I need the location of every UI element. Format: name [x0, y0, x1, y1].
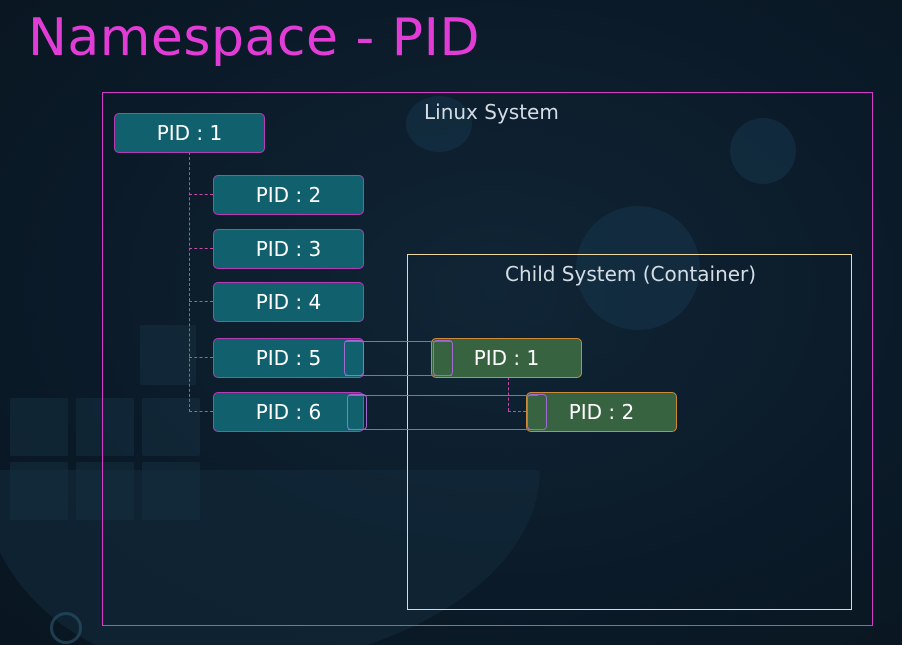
pid-mapping-line [348, 395, 538, 396]
host-pid-2: PID : 2 [213, 175, 364, 215]
container-box [407, 254, 852, 610]
slide: Namespace - PID Linux System Child Syste… [0, 0, 902, 645]
pid-mapping-cap [347, 394, 367, 430]
linux-system-label: Linux System [424, 100, 559, 124]
tree-connector-branch [189, 411, 213, 412]
host-pid-6: PID : 6 [213, 392, 364, 432]
host-pid-3: PID : 3 [213, 229, 364, 269]
host-pid-5: PID : 5 [213, 338, 364, 378]
tree-connector-branch [189, 357, 213, 358]
container-label: Child System (Container) [505, 262, 757, 286]
pid-mapping-cap [433, 340, 453, 376]
host-pid-1: PID : 1 [114, 113, 265, 153]
background-container-block [10, 398, 68, 456]
pid-mapping-cap [344, 340, 364, 376]
tree-connector-branch [189, 301, 213, 302]
background-whale-eye [50, 612, 82, 644]
container-tree-connector-branch [508, 411, 526, 412]
pid-mapping-cap [527, 394, 547, 430]
container-pid-2: PID : 2 [526, 392, 677, 432]
background-container-block [10, 462, 68, 520]
host-pid-4: PID : 4 [213, 282, 364, 322]
container-tree-connector-vertical [508, 377, 509, 411]
tree-connector-branch [189, 248, 213, 249]
container-pid-1: PID : 1 [431, 338, 582, 378]
pid-mapping-line [348, 429, 538, 430]
tree-connector-branch [189, 194, 213, 195]
tree-connector-vertical [189, 152, 190, 412]
slide-title: Namespace - PID [28, 8, 481, 68]
